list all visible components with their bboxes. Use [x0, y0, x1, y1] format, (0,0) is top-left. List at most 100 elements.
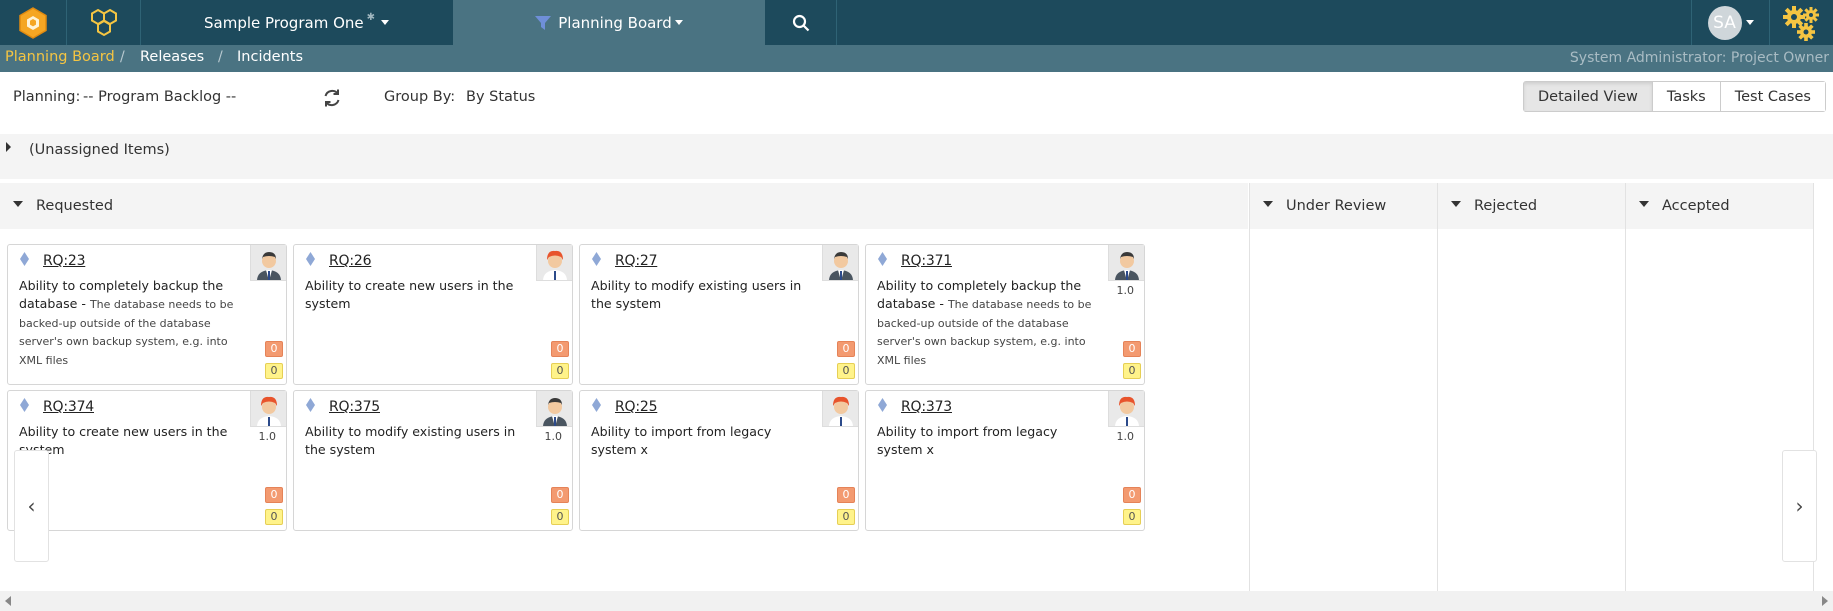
requirement-id-link[interactable]: RQ:371	[901, 253, 952, 269]
scroll-left-arrow-icon[interactable]	[5, 596, 11, 606]
breadcrumb-releases[interactable]: Releases	[140, 49, 204, 65]
search-icon	[792, 14, 810, 31]
scroll-right-button[interactable]: ›	[1782, 450, 1817, 562]
planning-selector[interactable]: -- Program Backlog --	[83, 89, 236, 105]
chevron-left-icon: ‹	[27, 494, 36, 518]
requirement-id-link[interactable]: RQ:23	[43, 253, 85, 269]
owner-avatar[interactable]	[822, 245, 858, 281]
owner-avatar[interactable]	[536, 245, 572, 281]
test-count-badge[interactable]: 0	[837, 363, 855, 379]
estimate-value: 1.0	[1116, 284, 1135, 297]
requirement-card[interactable]: RQ:27 Ability to modify existing users in…	[579, 244, 859, 385]
chevron-down-icon	[674, 20, 683, 25]
column-header-rejected[interactable]: Rejected	[1438, 183, 1625, 229]
groupby-selector[interactable]: By Status	[466, 89, 535, 105]
task-count-badge[interactable]: 0	[837, 487, 855, 503]
test-count-badge[interactable]: 0	[551, 363, 569, 379]
collapse-icon[interactable]	[1639, 201, 1649, 207]
owner-avatar[interactable]	[1108, 391, 1144, 427]
test-count-badge[interactable]: 0	[837, 509, 855, 525]
test-count-badge[interactable]: 0	[265, 363, 283, 379]
detailed-view-button[interactable]: Detailed View	[1524, 82, 1653, 111]
requirement-title: Ability to completely backup the databas…	[877, 278, 1092, 367]
chevron-down-icon	[381, 20, 389, 25]
breadcrumb: Planning Board / Releases / Incidents Sy…	[0, 45, 1833, 72]
requirement-type-icon	[878, 252, 887, 266]
program-selector[interactable]: Sample Program One ✱	[141, 0, 452, 45]
requirement-title: Ability to create new users in the syste…	[305, 278, 514, 311]
requirement-title: Ability to modify existing users in the …	[591, 278, 802, 311]
gear-small-icon: ✱	[366, 12, 375, 23]
requirement-card[interactable]: RQ:23 Ability to completely backup the da…	[7, 244, 287, 385]
requirement-type-icon	[306, 252, 315, 266]
app-logo-icon[interactable]	[0, 0, 66, 45]
task-count-badge[interactable]: 0	[1123, 341, 1141, 357]
user-menu[interactable]: SA	[1692, 0, 1769, 45]
hive-icon[interactable]	[67, 0, 140, 45]
collapse-icon[interactable]	[1451, 201, 1461, 207]
column-header-under-review[interactable]: Under Review	[1250, 183, 1437, 229]
scroll-right-arrow-icon[interactable]	[1822, 596, 1828, 606]
requirement-card[interactable]: RQ:26 Ability to create new users in the …	[293, 244, 573, 385]
breadcrumb-incidents[interactable]: Incidents	[237, 49, 303, 65]
requirement-card[interactable]: RQ:374 Ability to create new users in the…	[7, 390, 287, 531]
owner-avatar[interactable]	[822, 391, 858, 427]
requirement-title: Ability to completely backup the databas…	[19, 278, 234, 367]
breadcrumb-planning-board[interactable]: Planning Board	[5, 49, 115, 65]
task-count-badge[interactable]: 0	[1123, 487, 1141, 503]
task-count-badge[interactable]: 0	[837, 341, 855, 357]
tasks-view-button[interactable]: Tasks	[1652, 82, 1721, 111]
column-header-accepted[interactable]: Accepted	[1626, 183, 1813, 229]
estimate-value: 1.0	[544, 430, 563, 443]
requirement-type-icon	[592, 252, 601, 266]
column-header-requested[interactable]: Requested	[0, 183, 1248, 229]
view-selector[interactable]: Planning Board	[453, 0, 765, 45]
breadcrumb-separator: /	[218, 49, 223, 65]
task-count-badge[interactable]: 0	[265, 487, 283, 503]
unassigned-items-row[interactable]: (Unassigned Items)	[0, 134, 1833, 179]
test-count-badge[interactable]: 0	[1123, 509, 1141, 525]
requirement-type-icon	[20, 398, 29, 412]
view-name: Planning Board	[558, 13, 672, 32]
search-button[interactable]	[766, 0, 836, 45]
requirement-card[interactable]: RQ:373 Ability to import from legacy syst…	[865, 390, 1145, 531]
requirement-id-link[interactable]: RQ:27	[615, 253, 657, 269]
horizontal-scrollbar[interactable]	[0, 591, 1833, 611]
test-count-badge[interactable]: 0	[551, 509, 569, 525]
requirement-id-link[interactable]: RQ:25	[615, 399, 657, 415]
estimate-value: 1.0	[258, 430, 277, 443]
estimate-value: 1.0	[1116, 430, 1135, 443]
owner-avatar[interactable]	[1108, 245, 1144, 281]
requirement-card[interactable]: RQ:371 Ability to completely backup the d…	[865, 244, 1145, 385]
scroll-left-button[interactable]: ‹	[14, 450, 49, 562]
owner-avatar[interactable]	[250, 391, 286, 427]
requirement-title: Ability to modify existing users in the …	[305, 424, 516, 457]
requirement-card[interactable]: RQ:375 Ability to modify existing users i…	[293, 390, 573, 531]
owner-avatar[interactable]	[536, 391, 572, 427]
requirement-title: Ability to import from legacy system x	[591, 424, 772, 457]
collapse-icon[interactable]	[13, 201, 23, 207]
requirement-id-link[interactable]: RQ:26	[329, 253, 371, 269]
test-count-badge[interactable]: 0	[265, 509, 283, 525]
task-count-badge[interactable]: 0	[551, 487, 569, 503]
requirement-id-link[interactable]: RQ:374	[43, 399, 94, 415]
task-count-badge[interactable]: 0	[265, 341, 283, 357]
test-cases-view-button[interactable]: Test Cases	[1720, 82, 1825, 111]
breadcrumb-separator: /	[120, 49, 125, 65]
unassigned-label: (Unassigned Items)	[29, 142, 170, 158]
program-name: Sample Program One	[204, 13, 364, 32]
requirement-card[interactable]: RQ:25 Ability to import from legacy syste…	[579, 390, 859, 531]
owner-avatar[interactable]	[250, 245, 286, 281]
test-count-badge[interactable]: 0	[1123, 363, 1141, 379]
view-toggle-group: Detailed View Tasks Test Cases	[1523, 81, 1826, 112]
refresh-icon[interactable]	[322, 88, 342, 108]
gears-icon[interactable]	[1770, 0, 1833, 45]
requirement-type-icon	[306, 398, 315, 412]
collapse-icon[interactable]	[1263, 201, 1273, 207]
task-count-badge[interactable]: 0	[551, 341, 569, 357]
requirement-id-link[interactable]: RQ:373	[901, 399, 952, 415]
requirement-type-icon	[878, 398, 887, 412]
requirement-id-link[interactable]: RQ:375	[329, 399, 380, 415]
expand-icon[interactable]	[6, 142, 11, 152]
planning-label: Planning:	[13, 89, 81, 105]
